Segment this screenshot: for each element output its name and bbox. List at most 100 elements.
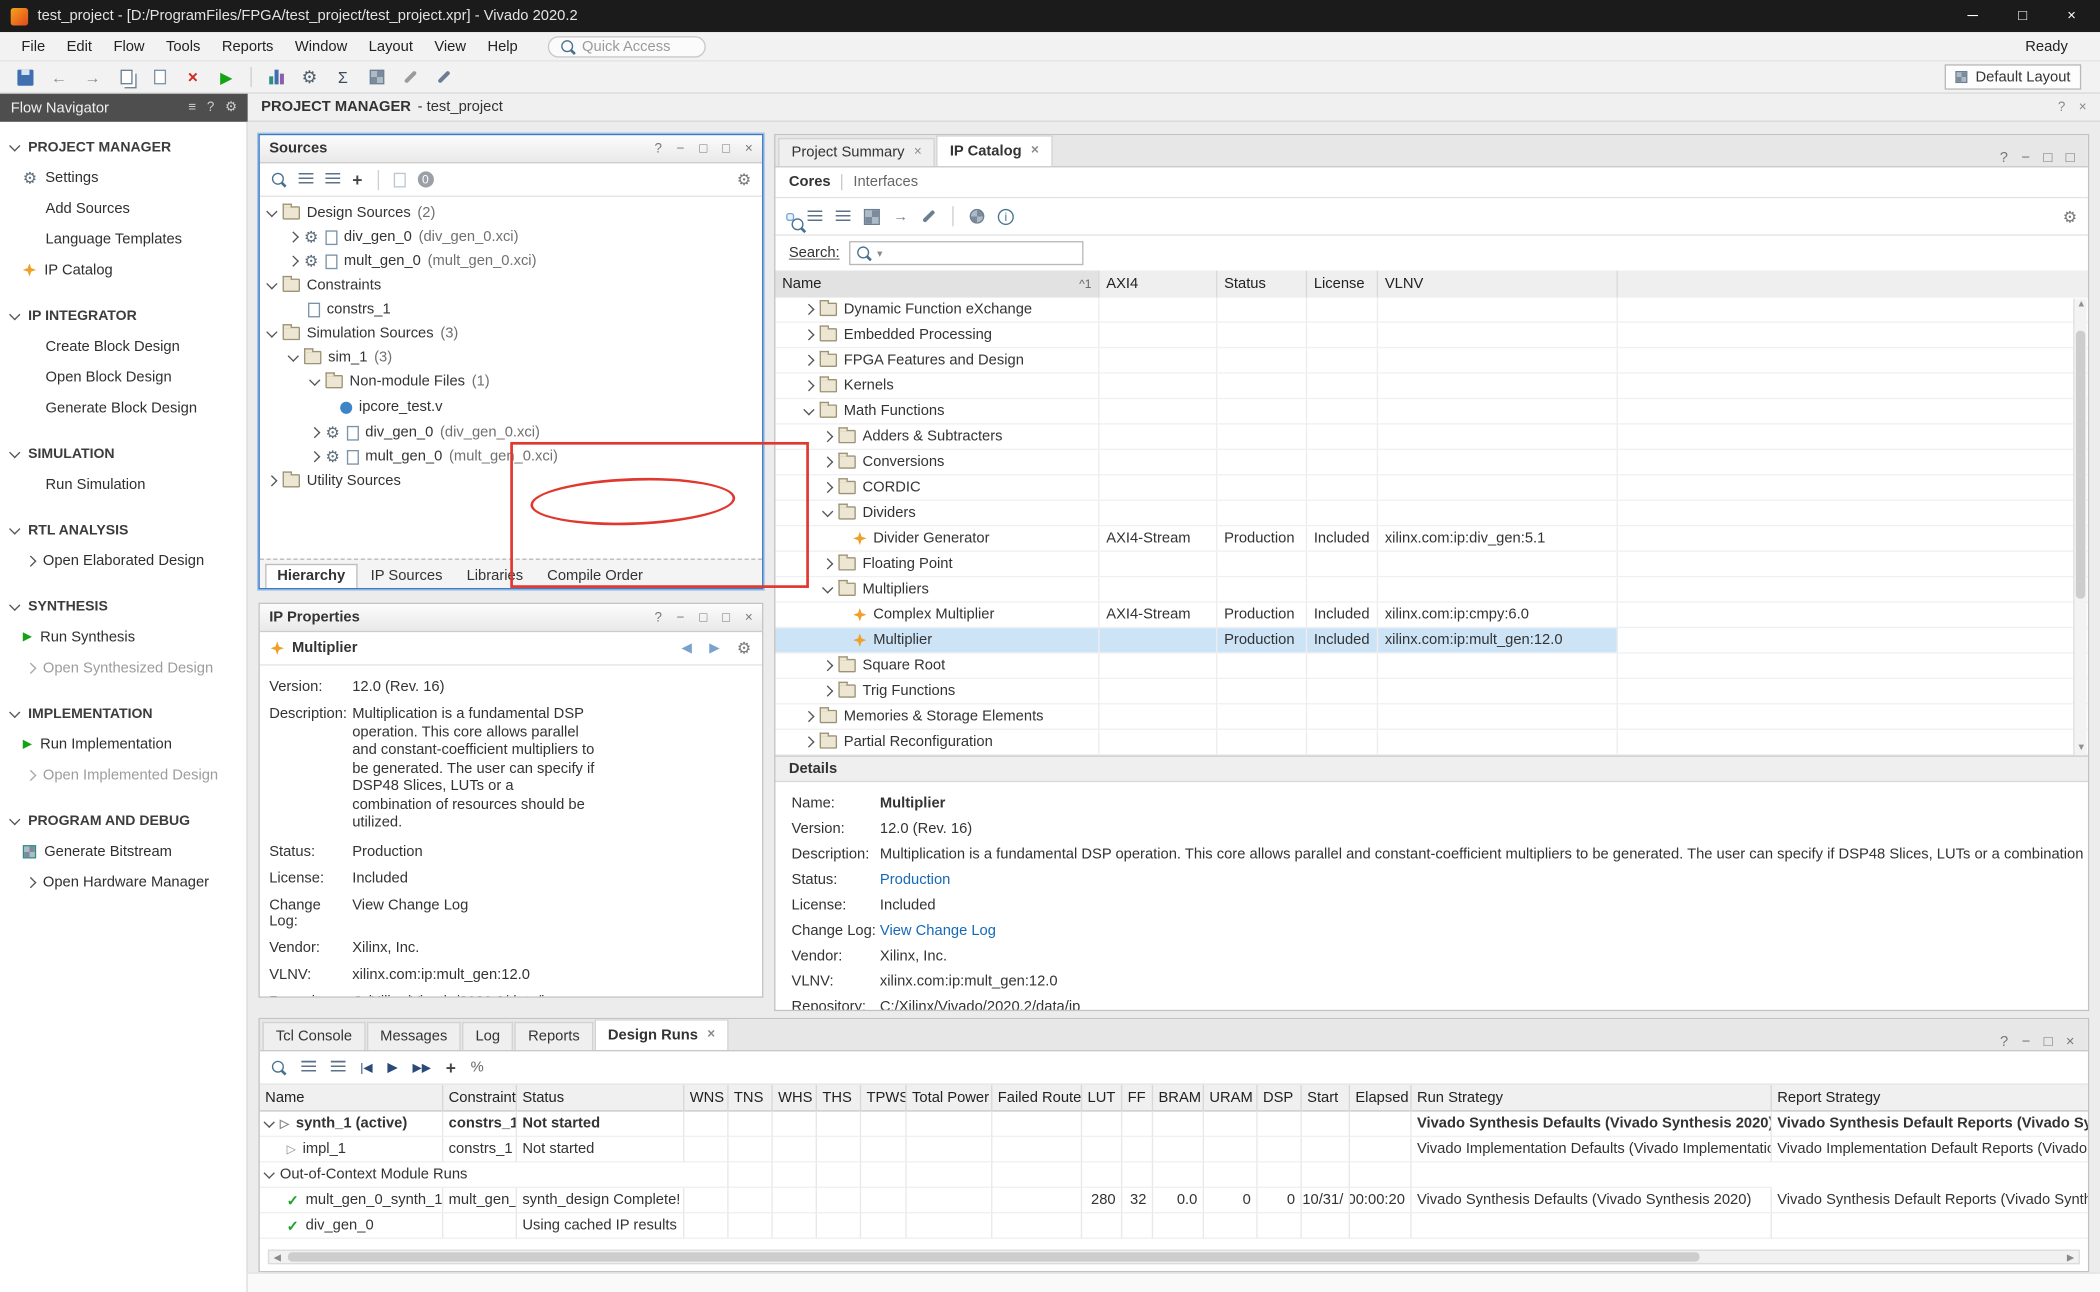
chevron-down-icon[interactable] — [266, 278, 277, 289]
file-icon[interactable] — [393, 172, 405, 187]
redo-icon[interactable]: → — [80, 64, 104, 89]
expand-all-icon[interactable] — [325, 173, 340, 186]
catalog-row-divider-generator[interactable]: Divider Generator AXI4-StreamProductionI… — [775, 526, 2087, 551]
context-close-icon[interactable]: × — [2079, 100, 2087, 115]
tab-hierarchy[interactable]: Hierarchy — [265, 564, 357, 588]
layout-selector[interactable]: Default Layout — [1945, 64, 2082, 89]
settings-gear-icon[interactable]: ⚙ — [737, 639, 751, 658]
catalog-row-multiplier-selected[interactable]: Multiplier ProductionIncludedxilinx.com:… — [775, 628, 2087, 653]
chevron-right-icon[interactable] — [822, 685, 833, 696]
chevron-down-icon[interactable] — [309, 374, 320, 385]
tab-log[interactable]: Log — [462, 1022, 513, 1050]
chevron-right-icon[interactable] — [288, 231, 299, 242]
collapse-all-icon[interactable] — [301, 1061, 316, 1074]
menu-tools[interactable]: Tools — [155, 35, 211, 56]
chevron-right-icon[interactable] — [309, 451, 320, 462]
tree-row-sim-1[interactable]: sim_1 (3) — [260, 346, 762, 370]
sources-panel-header[interactable]: Sources ? − □ □ × — [260, 135, 762, 163]
run-row-div-gen-0[interactable]: ✓div_gen_0 Using cached IP results — [260, 1213, 2088, 1238]
chevron-down-icon[interactable] — [822, 582, 833, 593]
menu-help[interactable]: Help — [477, 35, 529, 56]
reports-icon[interactable] — [264, 64, 288, 89]
scroll-down-icon[interactable]: ▼ — [2075, 742, 2088, 755]
info-icon[interactable]: i — [998, 208, 1014, 224]
sidebar-item-language-templates[interactable]: Language Templates — [0, 224, 246, 255]
close-icon[interactable]: × — [745, 610, 753, 625]
float-icon[interactable]: □ — [2044, 1034, 2053, 1050]
maximize-button[interactable]: □ — [2018, 8, 2027, 24]
customize-wrench-icon[interactable] — [922, 210, 935, 223]
sidebar-item-run-implementation[interactable]: ▶ Run Implementation — [0, 729, 246, 760]
percent-icon[interactable]: % — [471, 1059, 484, 1075]
chevron-right-icon[interactable] — [266, 475, 277, 486]
collapse-all-icon[interactable] — [808, 210, 823, 223]
chevron-right-icon[interactable] — [822, 456, 833, 467]
sidebar-item-open-hardware-manager[interactable]: Open Hardware Manager — [0, 867, 246, 898]
tree-row-ipcore-test[interactable]: ipcore_test.v — [260, 394, 762, 421]
copy-icon[interactable] — [114, 64, 138, 89]
section-simulation[interactable]: SIMULATION — [0, 439, 246, 468]
help-icon[interactable]: ? — [654, 610, 661, 625]
launch-runs-icon[interactable]: ▶ — [387, 1060, 397, 1075]
scroll-up-icon[interactable]: ▲ — [2075, 299, 2088, 312]
expand-all-icon[interactable] — [836, 210, 851, 223]
chevron-right-icon[interactable] — [288, 255, 299, 266]
tab-ip-catalog[interactable]: IP Catalog × — [936, 135, 1052, 166]
forward-icon[interactable]: ▶ — [709, 641, 719, 656]
scrollbar-thumb[interactable] — [288, 1252, 1699, 1261]
sidebar-item-add-sources[interactable]: Add Sources — [0, 193, 246, 224]
sum-icon[interactable]: Σ — [331, 64, 355, 89]
catalog-row[interactable]: Adders & Subtracters — [775, 425, 2087, 450]
undo-icon[interactable]: ← — [47, 64, 71, 89]
section-implementation[interactable]: IMPLEMENTATION — [0, 699, 246, 728]
menu-window[interactable]: Window — [284, 35, 358, 56]
view-change-log-link[interactable]: View Change Log — [352, 897, 468, 929]
flownav-help-icon[interactable]: ? — [207, 100, 214, 115]
minimize-icon[interactable]: − — [677, 610, 685, 625]
hierarchy-view-icon[interactable] — [864, 208, 880, 224]
sidebar-item-generate-block-design[interactable]: Generate Block Design — [0, 392, 246, 423]
sidebar-item-open-elaborated-design[interactable]: Open Elaborated Design — [0, 545, 246, 576]
catalog-row-complex-multiplier[interactable]: Complex Multiplier AXI4-StreamProduction… — [775, 603, 2087, 628]
catalog-row[interactable]: Memories & Storage Elements — [775, 704, 2087, 729]
catalog-row[interactable]: Square Root — [775, 654, 2087, 679]
close-icon[interactable]: × — [745, 141, 753, 156]
run-icon[interactable]: ▶ — [214, 64, 238, 89]
tab-design-runs[interactable]: Design Runs × — [594, 1019, 728, 1050]
horizontal-scrollbar[interactable]: ◀ ▶ — [268, 1250, 2080, 1265]
scroll-left-icon[interactable]: ◀ — [269, 1252, 285, 1263]
context-help-icon[interactable]: ? — [2058, 100, 2065, 115]
run-row-mult-gen-0-synth-1[interactable]: ✓mult_gen_0_synth_1 mult_gen_0 synth_des… — [260, 1188, 2088, 1213]
flownav-collapse-icon[interactable]: ≡ — [188, 100, 196, 115]
sidebar-item-ip-catalog[interactable]: IP Catalog — [0, 254, 246, 285]
sidebar-item-run-synthesis[interactable]: ▶ Run Synthesis — [0, 621, 246, 652]
section-program-and-debug[interactable]: PROGRAM AND DEBUG — [0, 806, 246, 835]
edit-pencil-icon[interactable] — [398, 64, 422, 89]
help-icon[interactable]: ? — [2000, 1034, 2008, 1050]
tree-row-constraints[interactable]: Constraints — [260, 273, 762, 297]
sidebar-item-open-block-design[interactable]: Open Block Design — [0, 362, 246, 393]
help-icon[interactable]: ? — [654, 141, 661, 156]
catalog-search-input[interactable]: ▾ — [849, 241, 1083, 265]
delete-icon[interactable]: × — [181, 64, 205, 89]
catalog-row[interactable]: Partial Reconfiguration — [775, 730, 2087, 755]
chevron-right-icon[interactable] — [803, 329, 814, 340]
save-icon[interactable] — [13, 64, 37, 89]
tab-project-summary[interactable]: Project Summary × — [778, 138, 935, 166]
chevron-right-icon[interactable] — [803, 380, 814, 391]
help-icon[interactable]: ? — [2000, 150, 2008, 166]
chevron-down-icon[interactable] — [264, 1116, 275, 1127]
minimize-icon[interactable]: − — [677, 141, 685, 156]
chevron-down-icon[interactable] — [288, 350, 299, 361]
tree-row-constrs-1[interactable]: constrs_1 — [260, 297, 762, 321]
sidebar-item-create-block-design[interactable]: Create Block Design — [0, 331, 246, 362]
run-row-impl-1[interactable]: ▷impl_1 constrs_1 Not started Vivado Imp… — [260, 1137, 2088, 1162]
search-icon[interactable] — [271, 171, 287, 187]
chevron-right-icon[interactable] — [803, 355, 814, 366]
catalog-row[interactable]: Conversions — [775, 450, 2087, 475]
production-link[interactable]: Production — [880, 871, 950, 887]
sidebar-item-settings[interactable]: ⚙ Settings — [0, 162, 246, 193]
chevron-right-icon[interactable] — [822, 482, 833, 493]
sidebar-item-open-implemented-design[interactable]: Open Implemented Design — [0, 759, 246, 790]
chevron-down-icon[interactable] — [264, 1167, 275, 1178]
